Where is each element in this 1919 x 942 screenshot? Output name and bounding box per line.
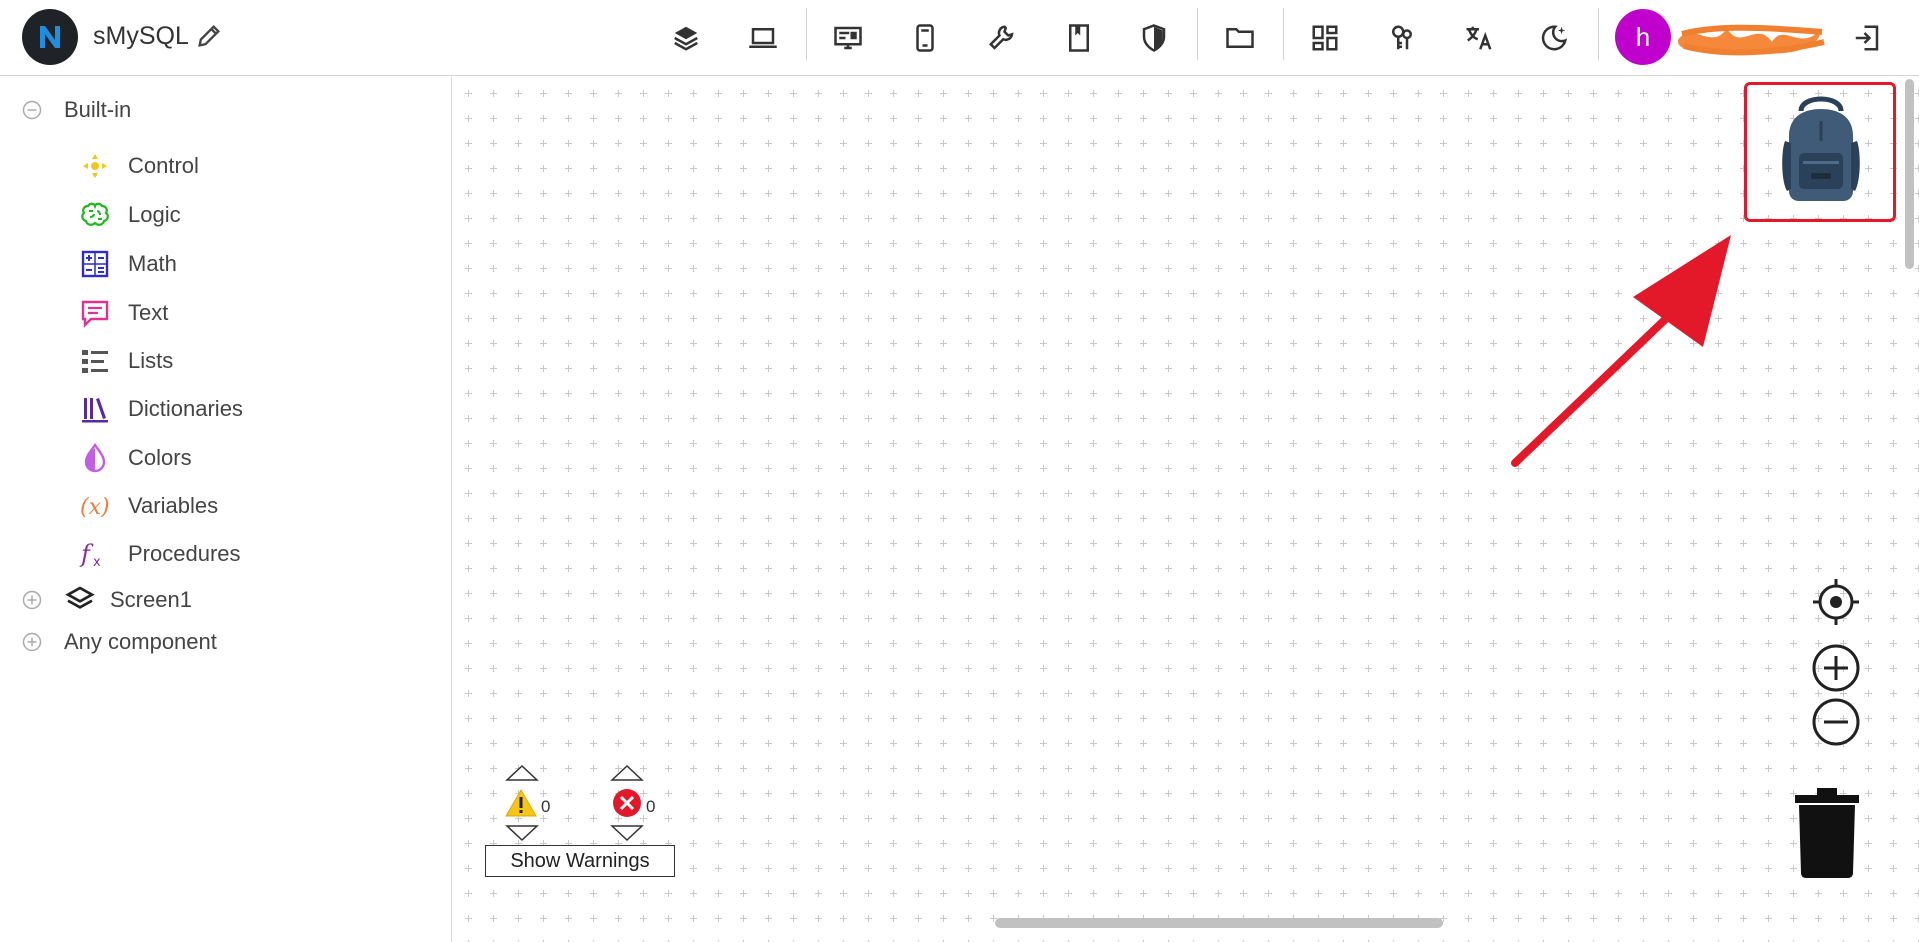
expand-icon	[22, 632, 42, 652]
folder-icon	[1226, 28, 1254, 48]
phone-button[interactable]	[903, 16, 947, 60]
translate-button[interactable]	[1457, 16, 1501, 60]
control-icon	[78, 149, 112, 183]
trash-icon[interactable]	[1793, 787, 1861, 879]
next-error-icon[interactable]	[610, 824, 644, 842]
zoom-in-icon[interactable]	[1811, 643, 1861, 693]
category-lists[interactable]: Lists	[78, 344, 173, 378]
wrench-button[interactable]	[980, 16, 1024, 60]
previous-error-icon[interactable]	[610, 764, 644, 782]
svg-text:f: f	[79, 540, 94, 568]
category-colors-label: Colors	[128, 445, 192, 470]
category-math-label: Math	[128, 251, 177, 276]
horizontal-scrollbar[interactable]	[995, 918, 1443, 928]
top-bar: sMySQL h	[0, 0, 1919, 76]
tree-screen1[interactable]: Screen1	[22, 584, 192, 616]
expand-icon	[22, 590, 42, 610]
vertical-scrollbar[interactable]	[1905, 79, 1914, 269]
category-logic[interactable]: Logic	[78, 198, 181, 232]
logout-button[interactable]	[1845, 16, 1889, 60]
library-icon	[78, 392, 112, 426]
app-logo[interactable]	[22, 9, 78, 65]
collapse-icon	[22, 100, 42, 120]
category-dictionaries-label: Dictionaries	[128, 396, 243, 421]
logo-n-icon	[40, 26, 60, 48]
warning-icon	[505, 788, 537, 817]
tree-builtin[interactable]: Built-in	[22, 97, 131, 123]
show-warnings-button[interactable]: Show Warnings	[485, 845, 675, 877]
laptop-icon	[749, 28, 777, 48]
toolbar-divider	[1283, 8, 1284, 60]
variable-icon: (x)	[78, 489, 112, 523]
category-math[interactable]: Math	[78, 247, 177, 281]
annotation-arrow	[1511, 235, 1731, 467]
laptop-button[interactable]	[741, 16, 785, 60]
book-button[interactable]	[1057, 16, 1101, 60]
toolbar-divider	[1598, 8, 1599, 60]
dashboard-button[interactable]	[1303, 16, 1347, 60]
function-icon: fx	[78, 537, 112, 571]
pencil-icon[interactable]	[195, 22, 223, 50]
logout-icon	[1855, 25, 1879, 51]
keys-icon	[1392, 25, 1412, 50]
brain-icon	[78, 198, 112, 232]
redacted-username	[1677, 24, 1825, 56]
category-logic-label: Logic	[128, 202, 181, 227]
category-colors[interactable]: Colors	[78, 441, 192, 475]
shield-icon	[1142, 24, 1166, 52]
project-title: sMySQL	[93, 22, 189, 50]
tree-screen1-label: Screen1	[110, 587, 192, 612]
layers-icon	[674, 26, 698, 51]
translate-icon	[1466, 26, 1492, 50]
category-procedures[interactable]: fx Procedures	[78, 537, 241, 571]
category-lists-label: Lists	[128, 348, 174, 373]
phone-icon	[916, 24, 934, 52]
category-text[interactable]: Text	[78, 296, 168, 330]
toolbar-divider	[806, 8, 807, 60]
toolbar-divider	[1197, 8, 1198, 60]
category-variables[interactable]: (x) Variables	[78, 489, 218, 523]
shield-button[interactable]	[1132, 16, 1176, 60]
wrench-icon	[988, 25, 1014, 50]
calculator-icon	[78, 247, 112, 281]
category-variables-label: Variables	[128, 493, 219, 518]
workspace-grid	[453, 77, 1919, 942]
zoom-out-icon[interactable]	[1811, 697, 1861, 747]
warning-count: 0	[541, 797, 551, 816]
backpack-icon[interactable]	[1771, 91, 1871, 211]
error-count: 0	[646, 797, 656, 816]
svg-text:(x): (x)	[80, 495, 110, 520]
keys-button[interactable]	[1380, 16, 1424, 60]
monitor-button[interactable]	[826, 16, 870, 60]
dark-mode-button[interactable]	[1532, 16, 1576, 60]
tree-any-component-label: Any component	[64, 629, 217, 654]
blocks-sidebar: Built-in Control Logic Math Text Lists D…	[0, 77, 452, 942]
category-control-label: Control	[128, 153, 199, 178]
error-icon	[613, 789, 641, 817]
book-icon	[1069, 24, 1089, 52]
tree-any-component[interactable]: Any component	[22, 629, 217, 655]
comment-icon	[78, 296, 112, 330]
category-text-label: Text	[128, 300, 169, 325]
previous-warning-icon[interactable]	[505, 764, 539, 782]
category-dictionaries[interactable]: Dictionaries	[78, 392, 243, 426]
svg-text:x: x	[93, 555, 101, 570]
dashboard-icon	[1312, 25, 1338, 51]
recenter-icon[interactable]	[1811, 577, 1861, 627]
category-control[interactable]: Control	[78, 149, 199, 183]
blocks-workspace[interactable]: 0 0 Show Warnings	[453, 77, 1919, 942]
list-icon	[78, 344, 112, 378]
user-avatar[interactable]: h	[1615, 9, 1671, 65]
folder-button[interactable]	[1218, 16, 1262, 60]
dark-mode-icon	[1541, 25, 1568, 51]
tree-builtin-label: Built-in	[64, 97, 132, 122]
layers-icon	[65, 586, 95, 609]
layers-button[interactable]	[664, 16, 708, 60]
category-procedures-label: Procedures	[128, 541, 241, 566]
monitor-icon	[834, 26, 862, 50]
next-warning-icon[interactable]	[505, 824, 539, 842]
drop-icon	[78, 441, 112, 475]
